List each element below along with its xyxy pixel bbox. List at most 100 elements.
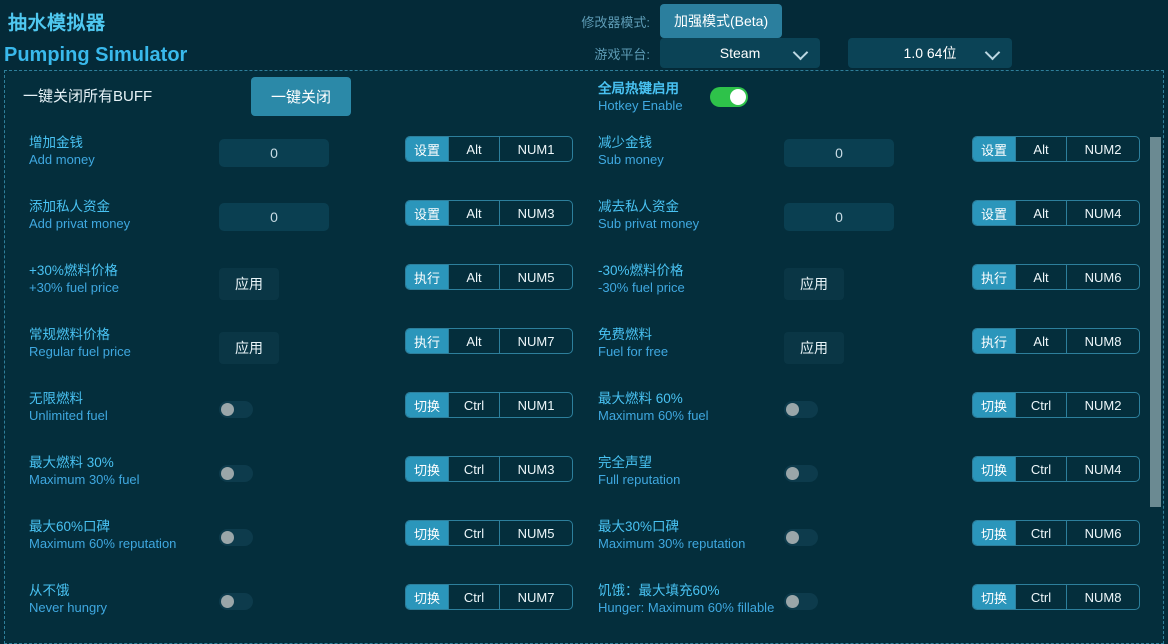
hotkey-action-button[interactable]: 设置 [406, 137, 449, 161]
hotkey-key[interactable]: NUM1 [499, 393, 572, 417]
toggle-knob [730, 89, 746, 105]
hotkey-group: 切换 Ctrl NUM3 [405, 456, 574, 482]
apply-button[interactable]: 应用 [784, 268, 844, 300]
cheat-label-en: Unlimited fuel [29, 407, 108, 423]
hotkey-key[interactable]: NUM7 [499, 329, 572, 353]
cheat-toggle[interactable] [219, 529, 253, 546]
cheat-row: -30%燃料价格 -30% fuel price 应用 执行 Alt NUM6 [584, 257, 1163, 321]
hotkey-modifier[interactable]: Alt [1015, 137, 1066, 161]
apply-button[interactable]: 应用 [219, 268, 279, 300]
cheat-toggle[interactable] [784, 465, 818, 482]
cheat-toggle[interactable] [784, 401, 818, 418]
scrollbar-thumb[interactable] [1150, 137, 1161, 507]
hotkey-action-button[interactable]: 执行 [406, 329, 449, 353]
hotkey-enable-toggle[interactable] [710, 87, 748, 107]
hotkey-key[interactable]: NUM6 [1066, 265, 1139, 289]
hotkey-key[interactable]: NUM4 [1066, 201, 1139, 225]
toggle-knob [221, 467, 234, 480]
hotkey-action-button[interactable]: 切换 [406, 457, 449, 481]
hotkey-key[interactable]: NUM5 [499, 265, 572, 289]
cheat-value-input[interactable] [219, 203, 329, 231]
hotkey-key[interactable]: NUM8 [1066, 329, 1139, 353]
toggle-knob [221, 531, 234, 544]
cheat-label-en: Sub privat money [598, 215, 700, 231]
cheat-value-input[interactable] [784, 203, 894, 231]
hotkey-key[interactable]: NUM5 [499, 521, 572, 545]
cheat-row-labels: 常规燃料价格 Regular fuel price [29, 327, 229, 360]
hotkey-action-button[interactable]: 执行 [973, 265, 1016, 289]
platform-select[interactable]: Steam [660, 38, 820, 68]
hotkey-modifier[interactable]: Ctrl [448, 585, 499, 609]
hotkey-key[interactable]: NUM2 [1066, 137, 1139, 161]
cheat-value-input[interactable] [219, 139, 329, 167]
hotkey-modifier[interactable]: Alt [1015, 329, 1066, 353]
version-select-value: 1.0 64位 [903, 45, 957, 61]
hotkey-key[interactable]: NUM8 [1066, 585, 1139, 609]
cheat-label-en: Maximum 60% reputation [29, 535, 177, 551]
hotkey-modifier[interactable]: Alt [448, 265, 499, 289]
hotkey-action-button[interactable]: 设置 [406, 201, 449, 225]
hotkey-key[interactable]: NUM3 [499, 457, 572, 481]
hotkey-modifier[interactable]: Alt [448, 137, 499, 161]
cheat-toggle[interactable] [784, 593, 818, 610]
hotkey-modifier[interactable]: Ctrl [1015, 457, 1066, 481]
hotkey-modifier[interactable]: Ctrl [448, 457, 499, 481]
hotkey-action-button[interactable]: 切换 [406, 393, 449, 417]
cheat-row-control [219, 139, 329, 167]
hotkey-group: 切换 Ctrl NUM4 [972, 456, 1141, 482]
cheat-label-en: Regular fuel price [29, 343, 131, 359]
hotkey-action-button[interactable]: 切换 [973, 521, 1016, 545]
cheat-row-control: 应用 [219, 332, 279, 364]
hotkey-action-button[interactable]: 切换 [973, 585, 1016, 609]
hotkey-action-button[interactable]: 设置 [973, 201, 1016, 225]
hotkey-action-button[interactable]: 执行 [406, 265, 449, 289]
trainer-mode-button[interactable]: 加强模式(Beta) [660, 4, 783, 38]
cheat-label-en: +30% fuel price [29, 279, 119, 295]
cheat-label-zh: 免费燃料 [598, 327, 652, 342]
cheat-row-labels: +30%燃料价格 +30% fuel price [29, 263, 229, 296]
version-select[interactable]: 1.0 64位 [848, 38, 1012, 68]
cheat-label-zh: -30%燃料价格 [598, 263, 684, 278]
hotkey-modifier[interactable]: Ctrl [448, 393, 499, 417]
panel-scrollbar[interactable] [1149, 72, 1162, 642]
cheat-toggle[interactable] [219, 401, 253, 418]
hotkey-key[interactable]: NUM6 [1066, 521, 1139, 545]
platform-select-value: Steam [719, 45, 761, 61]
cheat-label-zh: 添加私人资金 [29, 199, 110, 214]
cheat-toggle[interactable] [219, 465, 253, 482]
hotkey-group: 切换 Ctrl NUM8 [972, 584, 1141, 610]
close-all-buffs-button[interactable]: 一键关闭 [251, 77, 352, 116]
hotkey-modifier[interactable]: Ctrl [448, 521, 499, 545]
hotkey-action-button[interactable]: 切换 [406, 521, 449, 545]
hotkey-modifier[interactable]: Alt [448, 329, 499, 353]
cheat-toggle[interactable] [784, 529, 818, 546]
hotkey-enable-labels: 全局热键启用 Hotkey Enable [598, 81, 798, 114]
cheat-label-en: Add privat money [29, 215, 131, 231]
hotkey-group: 切换 Ctrl NUM6 [972, 520, 1141, 546]
page-title-en: Pumping Simulator [4, 44, 188, 66]
hotkey-modifier[interactable]: Alt [1015, 265, 1066, 289]
hotkey-modifier[interactable]: Ctrl [1015, 585, 1066, 609]
hotkey-key[interactable]: NUM2 [1066, 393, 1139, 417]
hotkey-key[interactable]: NUM4 [1066, 457, 1139, 481]
hotkey-modifier[interactable]: Alt [1015, 201, 1066, 225]
hotkey-modifier[interactable]: Alt [448, 201, 499, 225]
hotkey-action-button[interactable]: 切换 [973, 457, 1016, 481]
hotkey-key[interactable]: NUM1 [499, 137, 572, 161]
cheat-toggle[interactable] [219, 593, 253, 610]
hotkey-key[interactable]: NUM3 [499, 201, 572, 225]
cheat-row: 常规燃料价格 Regular fuel price 应用 执行 Alt NUM7 [5, 321, 584, 385]
hotkey-modifier[interactable]: Ctrl [1015, 521, 1066, 545]
hotkey-action-button[interactable]: 切换 [973, 393, 1016, 417]
cheat-label-zh: 增加金钱 [29, 135, 83, 150]
cheat-row-control [784, 203, 894, 231]
cheat-row: 饥饿：最大填充60% Hunger: Maximum 60% fillable 切换… [584, 577, 1163, 641]
apply-button[interactable]: 应用 [784, 332, 844, 364]
apply-button[interactable]: 应用 [219, 332, 279, 364]
hotkey-modifier[interactable]: Ctrl [1015, 393, 1066, 417]
hotkey-key[interactable]: NUM7 [499, 585, 572, 609]
hotkey-action-button[interactable]: 执行 [973, 329, 1016, 353]
hotkey-action-button[interactable]: 切换 [406, 585, 449, 609]
cheat-value-input[interactable] [784, 139, 894, 167]
hotkey-action-button[interactable]: 设置 [973, 137, 1016, 161]
